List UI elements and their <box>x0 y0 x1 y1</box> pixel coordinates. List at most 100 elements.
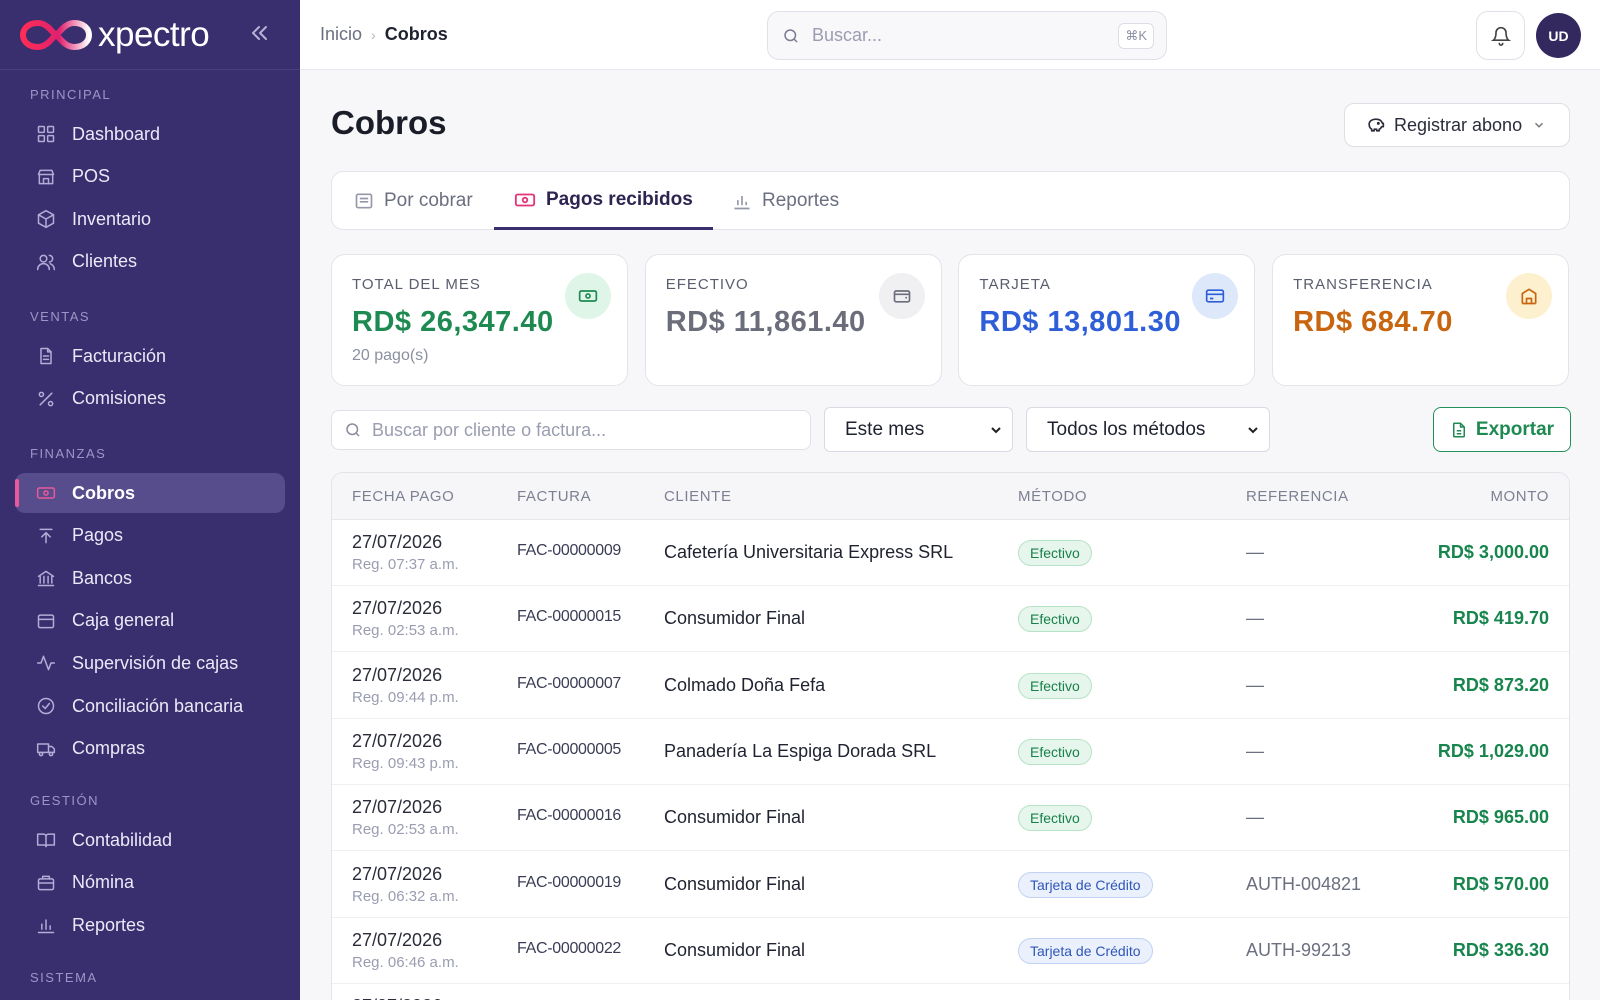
wallet-icon <box>878 273 925 319</box>
tab-label: Por cobrar <box>384 190 473 211</box>
sidebar-item-bancos[interactable]: Bancos <box>15 558 285 598</box>
filter-search-input[interactable]: Buscar por cliente o factura... <box>331 410 811 450</box>
sidebar-item-label: Inventario <box>72 208 152 229</box>
summary-card-value: RD$ 26,347.40 <box>352 306 554 338</box>
payments-table: FECHA PAGO FACTURA CLIENTE MÉTODO REFERE… <box>331 472 1570 1000</box>
sidebar-item-dashboard[interactable]: Dashboard <box>15 114 285 154</box>
column-header-factura[interactable]: FACTURA <box>517 488 591 505</box>
column-header-referencia[interactable]: REFERENCIA <box>1246 488 1349 505</box>
app-name: xpectro <box>98 14 210 54</box>
payment-date: 27/07/2026 <box>352 929 443 950</box>
table-row[interactable]: 27/07/2026 Reg. 09:43 p.m. FAC-00000005 Pan… <box>332 719 1569 785</box>
sidebar-item-supervision-de-cajas[interactable]: Supervisión de cajas <box>15 643 285 683</box>
sidebar-item-nomina[interactable]: Nómina <box>15 863 285 903</box>
sidebar-item-inventario[interactable]: Inventario <box>15 199 285 239</box>
period-select[interactable]: Este mes <box>824 407 1013 452</box>
client-name: Consumidor Final <box>664 939 806 960</box>
register-payment-button[interactable]: Registrar abono <box>1344 103 1570 147</box>
sidebar-item-facturacion[interactable]: Facturación <box>15 336 285 376</box>
global-search-placeholder: Buscar... <box>812 25 883 45</box>
sidebar-item-cobros[interactable]: Cobros <box>15 473 285 513</box>
sidebar-section-sistema: SISTEMA <box>30 970 98 985</box>
payment-date: 27/07/2026 <box>352 797 443 818</box>
invoice-number[interactable]: FAC-00000019 <box>517 874 621 892</box>
sidebar-item-comisiones[interactable]: Comisiones <box>15 379 285 419</box>
payment-date: 27/07/2026 <box>352 598 443 619</box>
global-search-input[interactable]: Buscar... ⌘K <box>767 11 1167 60</box>
double-chevron-left-icon <box>252 26 267 40</box>
collapse-sidebar-button[interactable] <box>248 22 270 44</box>
table-row[interactable]: 27/07/2026 Reg. 06:32 a.m. FAC-00000019 Con… <box>332 852 1569 918</box>
payment-date: 27/07/2026 <box>352 863 443 884</box>
chevron-down-icon <box>1535 122 1544 128</box>
invoice-number[interactable]: FAC-00000005 <box>517 741 621 759</box>
table-row[interactable]: 27/07/2026 <box>332 984 1569 1000</box>
dashboard-icon <box>35 123 57 145</box>
sidebar-item-label: Bancos <box>72 567 133 588</box>
sidebar-section-principal: PRINCIPAL <box>30 87 112 102</box>
column-header-metodo[interactable]: MÉTODO <box>1018 488 1087 505</box>
payment-method-badge: Efectivo <box>1018 672 1092 699</box>
sidebar-item-contabilidad[interactable]: Contabilidad <box>15 820 285 860</box>
reportes-icon <box>35 914 57 936</box>
invoice-number[interactable]: FAC-00000007 <box>517 675 621 693</box>
registration-time: Reg. 09:43 p.m. <box>352 754 459 772</box>
sidebar-item-compras[interactable]: Compras <box>15 729 285 769</box>
table-row[interactable]: 27/07/2026 Reg. 07:37 a.m. FAC-00000009 Caf… <box>332 520 1569 586</box>
sidebar-item-clientes[interactable]: Clientes <box>15 242 285 282</box>
sidebar-item-caja-general[interactable]: Caja general <box>15 601 285 641</box>
payment-amount: RD$ 419.70 <box>1452 608 1549 629</box>
search-icon <box>346 423 360 437</box>
notifications-button[interactable] <box>1476 11 1525 60</box>
inventario-icon <box>35 208 57 230</box>
sidebar-section-ventas: VENTAS <box>30 309 91 324</box>
tab-pagos-recibidos[interactable]: Pagos recibidos <box>494 172 713 230</box>
infinity-logo-icon <box>20 19 92 50</box>
bank-icon <box>1506 273 1553 319</box>
user-avatar[interactable]: UD <box>1536 13 1581 58</box>
breadcrumb-current: Cobros <box>384 24 448 44</box>
pos-icon <box>35 166 57 188</box>
tab-label: Reportes <box>762 190 840 211</box>
table-row[interactable]: 27/07/2026 Reg. 09:44 p.m. FAC-00000007 Col… <box>332 653 1569 719</box>
payment-date: 27/07/2026 <box>352 730 443 751</box>
column-header-cliente[interactable]: CLIENTE <box>664 488 732 505</box>
payment-amount: RD$ 1,029.00 <box>1437 740 1549 761</box>
invoice-number[interactable]: FAC-00000022 <box>517 940 621 958</box>
chevron-down-icon <box>991 427 1001 434</box>
column-header-fecha[interactable]: FECHA PAGO <box>352 488 454 505</box>
tab-por-cobrar[interactable]: Por cobrar <box>354 172 473 230</box>
payment-method-badge: Efectivo <box>1018 738 1092 765</box>
filter-search-placeholder: Buscar por cliente o factura... <box>372 419 607 440</box>
sidebar-item-conciliacion-bancaria[interactable]: Conciliación bancaria <box>15 686 285 726</box>
client-name: Consumidor Final <box>664 807 806 828</box>
facturacion-icon <box>35 345 57 367</box>
tab-reportes[interactable]: Reportes <box>732 172 839 230</box>
client-name: Colmado Doña Fefa <box>664 674 826 695</box>
registration-time: Reg. 09:44 p.m. <box>352 688 459 706</box>
table-row[interactable]: 27/07/2026 Reg. 06:46 a.m. FAC-00000022 Con… <box>332 918 1569 984</box>
invoice-number[interactable]: FAC-00000015 <box>517 608 621 626</box>
tab-label: Pagos recibidos <box>546 188 693 210</box>
breadcrumb-home-link[interactable]: Inicio <box>320 24 362 45</box>
page-title: Cobros <box>331 104 447 141</box>
sidebar-item-pos[interactable]: POS <box>15 157 285 197</box>
payment-date: 27/07/2026 <box>352 996 442 1000</box>
column-header-monto[interactable]: MONTO <box>1490 488 1549 505</box>
export-button[interactable]: Exportar <box>1433 407 1571 452</box>
bar-chart-icon <box>734 196 750 210</box>
sidebar-item-reportes[interactable]: Reportes <box>15 905 285 945</box>
payment-method-badge: Efectivo <box>1018 606 1092 633</box>
payment-method-badge: Efectivo <box>1018 540 1092 566</box>
table-row[interactable]: 27/07/2026 Reg. 02:53 a.m. FAC-00000016 Con… <box>332 785 1569 852</box>
invoice-number[interactable]: FAC-00000016 <box>517 807 621 825</box>
method-select[interactable]: Todos los métodos <box>1026 407 1270 452</box>
chevron-right-icon: › <box>371 26 376 43</box>
invoice-number[interactable]: FAC-00000009 <box>517 542 621 560</box>
sidebar-item-label: Caja general <box>72 610 175 631</box>
sidebar-item-label: Nómina <box>72 872 135 893</box>
payment-method-badge: Tarjeta de Crédito <box>1018 871 1153 898</box>
sidebar-item-pagos[interactable]: Pagos <box>15 516 285 556</box>
table-row[interactable]: 27/07/2026 Reg. 02:53 a.m. FAC-00000015 Con… <box>332 586 1569 653</box>
register-payment-label: Registrar abono <box>1394 114 1523 135</box>
